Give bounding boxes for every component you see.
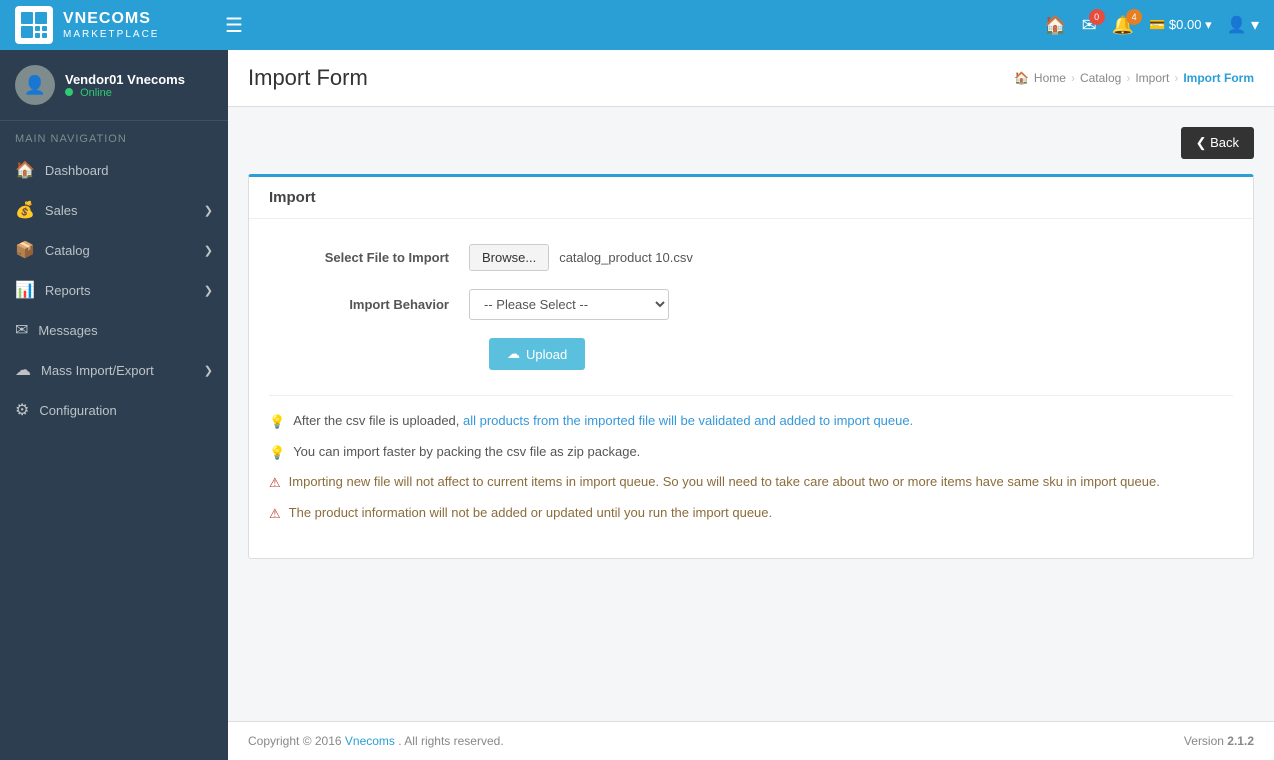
file-control-wrap: Browse... catalog_product 10.csv — [469, 244, 693, 271]
breadcrumb-current: Import Form — [1183, 71, 1254, 85]
browse-button[interactable]: Browse... — [469, 244, 549, 271]
behavior-select[interactable]: -- Please Select -- Add/Update Replace D… — [469, 289, 669, 320]
sidebar-item-messages[interactable]: ✉ Messages — [0, 310, 228, 350]
footer-brand-link[interactable]: Vnecoms — [345, 734, 395, 748]
back-btn-row: ❮ Back — [248, 127, 1254, 159]
chevron-right-icon: ❯ — [204, 244, 213, 257]
sidebar-item-label: Catalog — [45, 243, 90, 258]
behavior-row: Import Behavior -- Please Select -- Add/… — [269, 289, 1233, 320]
note-item-3: ⚠ Importing new file will not affect to … — [269, 472, 1233, 493]
user-menu-button[interactable]: 👤 ▾ — [1227, 15, 1259, 35]
content-area: Import Form 🏠 Home › Catalog › Import › … — [228, 50, 1274, 760]
note-text-2: You can import faster by packing the csv… — [293, 442, 640, 462]
upload-icon: ☁ — [507, 346, 520, 362]
note-item-1: 💡 After the csv file is uploaded, all pr… — [269, 411, 1233, 432]
brand-logo-icon — [15, 6, 53, 44]
brand-text: VNECOMS MARKETPLACE — [63, 9, 159, 40]
breadcrumb: 🏠 Home › Catalog › Import › Import Form — [1014, 71, 1254, 85]
user-profile: 👤 Vendor01 Vnecoms Online — [0, 50, 228, 121]
home-icon: 🏠 — [1014, 71, 1029, 85]
avatar: 👤 — [15, 65, 55, 105]
sidebar-item-dashboard[interactable]: 🏠 Dashboard — [0, 150, 228, 190]
gear-icon: ⚙ — [15, 400, 29, 420]
status-dot — [65, 88, 73, 96]
main-layout: 👤 Vendor01 Vnecoms Online MAIN NAVIGATIO… — [0, 50, 1274, 760]
notifications-nav-icon[interactable]: 🔔 4 — [1112, 15, 1134, 36]
sidebar-item-label: Sales — [45, 203, 78, 218]
import-icon: ☁ — [15, 360, 31, 380]
catalog-icon: 📦 — [15, 240, 35, 260]
sidebar-item-label: Dashboard — [45, 163, 109, 178]
username: Vendor01 Vnecoms — [65, 72, 185, 87]
brand-logo-area: VNECOMS MARKETPLACE — [15, 6, 215, 44]
upload-btn-row: ☁ Upload — [269, 338, 1233, 370]
chevron-right-icon: ❯ — [204, 204, 213, 217]
import-card-body: Select File to Import Browse... catalog_… — [249, 219, 1253, 558]
note-text-3: Importing new file will not affect to cu… — [289, 472, 1160, 492]
footer-version: Version 2.1.2 — [1184, 734, 1254, 748]
upload-button[interactable]: ☁ Upload — [489, 338, 585, 370]
wallet-button[interactable]: 💳 $0.00 ▾ — [1149, 17, 1212, 33]
version-number: 2.1.2 — [1227, 734, 1254, 748]
nav-section-title: MAIN NAVIGATION — [0, 121, 228, 150]
messages-icon: ✉ — [15, 320, 28, 340]
sidebar-item-label: Reports — [45, 283, 91, 298]
brand-sub: MARKETPLACE — [63, 29, 159, 41]
file-select-row: Select File to Import Browse... catalog_… — [269, 244, 1233, 271]
info-icon-2: 💡 — [269, 443, 285, 463]
chevron-right-icon: ❯ — [204, 364, 213, 377]
breadcrumb-import[interactable]: Import — [1135, 71, 1169, 85]
note-text-1: After the csv file is uploaded, all prod… — [293, 411, 913, 431]
sidebar-item-configuration[interactable]: ⚙ Configuration — [0, 390, 228, 430]
note-item-2: 💡 You can import faster by packing the c… — [269, 442, 1233, 463]
messages-badge: 0 — [1089, 9, 1105, 25]
import-card-title: Import — [249, 177, 1253, 219]
back-button[interactable]: ❮ Back — [1181, 127, 1254, 159]
info-icon-1: 💡 — [269, 412, 285, 432]
notes-section: 💡 After the csv file is uploaded, all pr… — [269, 395, 1233, 523]
chevron-right-icon: ❯ — [204, 284, 213, 297]
sidebar-item-reports[interactable]: 📊 Reports ❯ — [0, 270, 228, 310]
footer-copyright: Copyright © 2016 Vnecoms . All rights re… — [248, 734, 504, 748]
sidebar-item-sales[interactable]: 💰 Sales ❯ — [0, 190, 228, 230]
reports-icon: 📊 — [15, 280, 35, 300]
note-link-1[interactable]: all products from the imported file will… — [463, 413, 913, 428]
breadcrumb-catalog[interactable]: Catalog — [1080, 71, 1121, 85]
sidebar-item-label: Mass Import/Export — [41, 363, 154, 378]
warning-icon-1: ⚠ — [269, 473, 281, 493]
top-nav-right: 🏠 ✉ 0 🔔 4 💳 $0.00 ▾ 👤 ▾ — [1044, 15, 1259, 36]
sidebar-item-label: Configuration — [39, 403, 116, 418]
sidebar-item-mass-import[interactable]: ☁ Mass Import/Export ❯ — [0, 350, 228, 390]
breadcrumb-home[interactable]: Home — [1034, 71, 1066, 85]
sales-icon: 💰 — [15, 200, 35, 220]
messages-nav-icon[interactable]: ✉ 0 — [1082, 15, 1097, 36]
behavior-label: Import Behavior — [269, 297, 469, 312]
content-body: ❮ Back Import Select File to Import Brow… — [228, 107, 1274, 721]
file-name-display: catalog_product 10.csv — [559, 250, 693, 265]
upload-label: Upload — [526, 347, 567, 362]
note-item-4: ⚠ The product information will not be ad… — [269, 503, 1233, 524]
note-text-4: The product information will not be adde… — [289, 503, 772, 523]
page-title: Import Form — [248, 65, 368, 91]
file-select-label: Select File to Import — [269, 250, 469, 265]
user-info: Vendor01 Vnecoms Online — [65, 72, 185, 99]
user-status: Online — [65, 87, 185, 99]
behavior-control-wrap: -- Please Select -- Add/Update Replace D… — [469, 289, 669, 320]
footer: Copyright © 2016 Vnecoms . All rights re… — [228, 721, 1274, 760]
import-card: Import Select File to Import Browse... c… — [248, 174, 1254, 559]
hamburger-menu[interactable]: ☰ — [215, 8, 253, 43]
home-nav-icon[interactable]: 🏠 — [1044, 15, 1066, 36]
sidebar: 👤 Vendor01 Vnecoms Online MAIN NAVIGATIO… — [0, 50, 228, 760]
brand-name: VNECOMS — [63, 9, 159, 28]
notifications-badge: 4 — [1126, 9, 1142, 25]
dashboard-icon: 🏠 — [15, 160, 35, 180]
content-header: Import Form 🏠 Home › Catalog › Import › … — [228, 50, 1274, 107]
sidebar-item-label: Messages — [38, 323, 97, 338]
sidebar-item-catalog[interactable]: 📦 Catalog ❯ — [0, 230, 228, 270]
warning-icon-2: ⚠ — [269, 504, 281, 524]
top-navigation: VNECOMS MARKETPLACE ☰ 🏠 ✉ 0 🔔 4 💳 $0.00 … — [0, 0, 1274, 50]
